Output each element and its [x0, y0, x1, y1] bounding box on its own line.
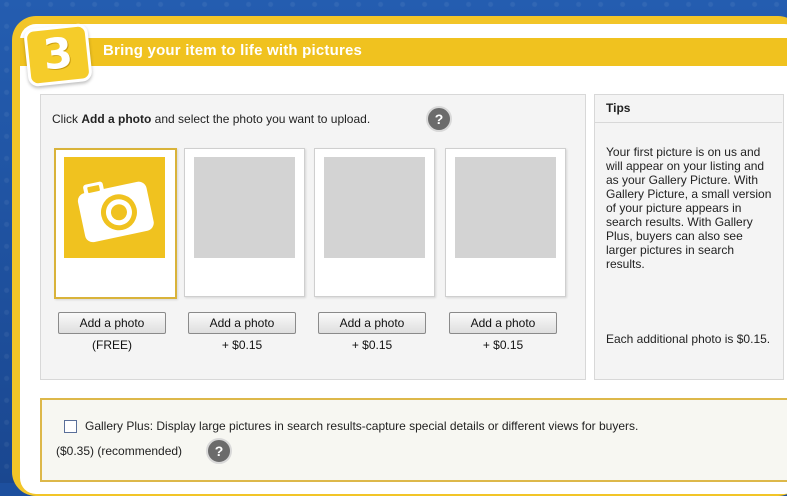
photo-placeholder: [324, 157, 425, 258]
gallery-plus-option: [40, 398, 787, 482]
photo-slot-1[interactable]: [54, 148, 177, 299]
camera-icon: [77, 181, 154, 243]
photo-slot-4[interactable]: [445, 148, 566, 297]
add-photo-button-4[interactable]: Add a photo: [449, 312, 557, 334]
question-mark-icon[interactable]: ?: [206, 438, 232, 464]
step-title: Bring your item to life with pictures: [103, 42, 363, 59]
photo-placeholder: [194, 157, 295, 258]
photo-price-3: + $0.15: [351, 338, 393, 352]
photo-slot-2[interactable]: [184, 148, 305, 297]
instruction-emphasis: Add a photo: [81, 112, 152, 126]
tips-body: Your first picture is on us and will app…: [606, 145, 772, 271]
gallery-plus-price: ($0.35) (recommended): [56, 444, 183, 458]
add-photo-button-1[interactable]: Add a photo: [58, 312, 166, 334]
photo-slot-3[interactable]: [314, 148, 435, 297]
photo-price-2: + $0.15: [221, 338, 263, 352]
tips-additional-photo-cost: Each additional photo is $0.15.: [606, 332, 771, 346]
gallery-plus-label: Gallery Plus: Display large pictures in …: [85, 419, 639, 433]
tips-title: Tips: [606, 101, 631, 115]
add-photo-button-3[interactable]: Add a photo: [318, 312, 426, 334]
photo-placeholder: [455, 157, 556, 258]
step-number-badge: 3: [23, 22, 93, 88]
photo-thumbnail: [64, 157, 165, 258]
question-mark-icon[interactable]: ?: [426, 106, 452, 132]
upload-instruction: Click Add a photo and select the photo y…: [52, 112, 371, 126]
step-number: 3: [40, 27, 75, 80]
photo-price-4: + $0.15: [482, 338, 524, 352]
add-photo-button-2[interactable]: Add a photo: [188, 312, 296, 334]
gallery-plus-checkbox[interactable]: [64, 420, 77, 433]
photo-price-1: (FREE): [92, 338, 132, 352]
